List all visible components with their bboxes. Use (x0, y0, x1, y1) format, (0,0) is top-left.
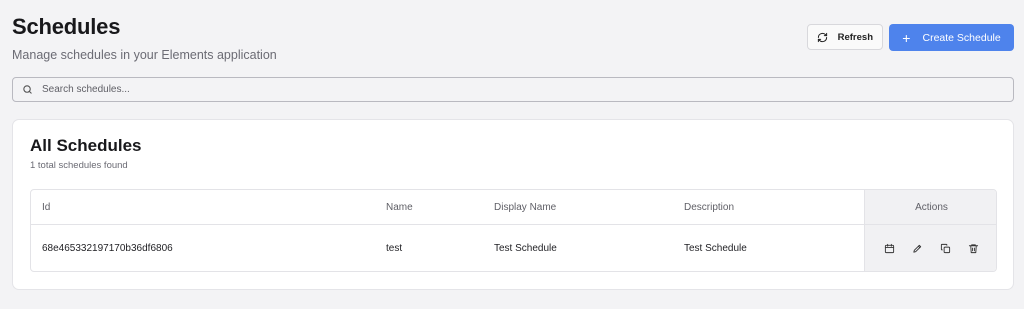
column-header-description[interactable]: Description (684, 190, 734, 224)
cell-display-name: Test Schedule (494, 243, 557, 254)
toolbar: Refresh + Create Schedule (806, 24, 1014, 51)
cell-name: test (386, 243, 403, 254)
create-schedule-label: Create Schedule (922, 31, 1001, 44)
edit-pencil-icon[interactable] (911, 242, 925, 256)
page-subtitle: Manage schedules in your Elements applic… (12, 48, 277, 62)
table-row[interactable]: 68e465332197170b36df6806 test Test Sched… (31, 225, 996, 271)
page-header: Schedules Manage schedules in your Eleme… (12, 14, 277, 62)
calendar-icon[interactable] (883, 242, 897, 256)
page-title: Schedules (12, 14, 121, 39)
copy-icon[interactable] (939, 242, 953, 256)
search-input[interactable] (42, 84, 942, 95)
schedules-count: 1 total schedules found (30, 160, 128, 171)
cell-id: 68e465332197170b36df6806 (42, 243, 173, 254)
column-header-name[interactable]: Name (386, 190, 413, 224)
column-header-display-name[interactable]: Display Name (494, 190, 556, 224)
schedules-card: All Schedules 1 total schedules found Id… (12, 119, 1014, 290)
cell-description: Test Schedule (684, 243, 747, 254)
card-title: All Schedules (30, 136, 142, 155)
row-actions (864, 225, 996, 271)
refresh-label: Refresh (837, 31, 873, 43)
column-header-actions: Actions (864, 190, 996, 224)
plus-icon: + (902, 29, 911, 46)
refresh-icon (817, 32, 828, 43)
schedules-table: Id Name Display Name Description Actions… (30, 189, 997, 272)
search-icon (22, 84, 33, 95)
create-schedule-button[interactable]: + Create Schedule (889, 24, 1014, 51)
column-header-id[interactable]: Id (42, 190, 50, 224)
table-header: Id Name Display Name Description Actions (31, 190, 996, 225)
delete-trash-icon[interactable] (967, 242, 981, 256)
search-bar (12, 77, 1014, 102)
refresh-button[interactable]: Refresh (806, 24, 883, 50)
